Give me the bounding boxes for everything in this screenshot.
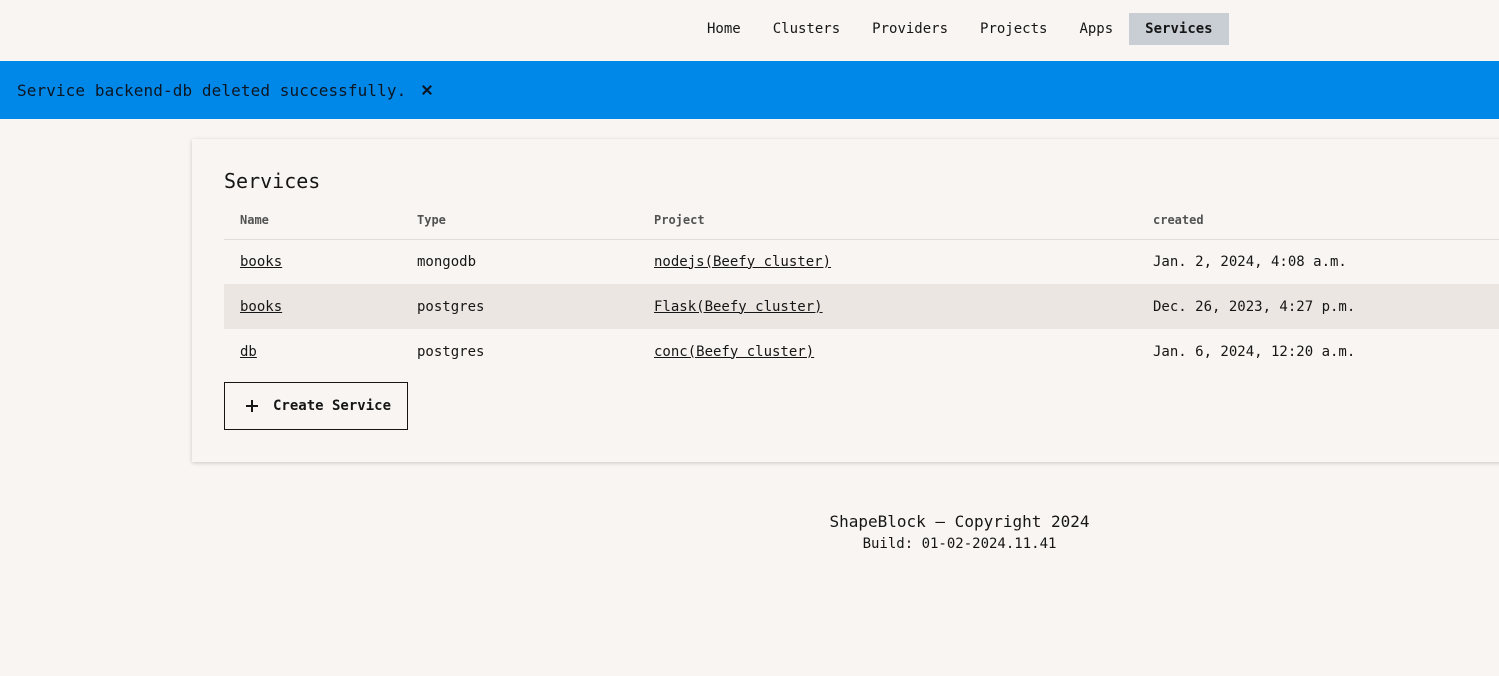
footer: ShapeBlock — Copyright 2024 Build: 01-02… bbox=[0, 511, 1499, 555]
column-header-name: Name bbox=[224, 202, 401, 240]
cell-project: Flask(Beefy cluster) bbox=[638, 284, 1137, 329]
notification-banner: Service backend-db deleted successfully. bbox=[0, 61, 1499, 119]
top-nav: Home Clusters Providers Projects Apps Se… bbox=[0, 0, 1499, 61]
footer-build: Build: 01-02-2024.11.41 bbox=[862, 536, 1057, 552]
table-row: books mongodb nodejs(Beefy cluster) Jan.… bbox=[224, 239, 1499, 284]
cell-type: postgres bbox=[417, 343, 485, 360]
services-table: Name Type Project created books mongodb … bbox=[224, 202, 1499, 374]
nav-list: Home Clusters Providers Projects Apps Se… bbox=[691, 13, 1229, 45]
cell-type: postgres bbox=[401, 284, 638, 329]
plus-icon bbox=[245, 399, 259, 413]
nav-item-clusters[interactable]: Clusters bbox=[757, 13, 856, 45]
create-service-button[interactable]: Create Service bbox=[224, 382, 408, 430]
cell-created: Dec. 26, 2023, 4:27 p.m. bbox=[1137, 284, 1499, 329]
project-link[interactable]: Flask(Beefy cluster) bbox=[654, 299, 823, 315]
nav-item-providers[interactable]: Providers bbox=[856, 13, 964, 45]
project-link[interactable]: nodejs(Beefy cluster) bbox=[654, 254, 831, 270]
footer-copyright: ShapeBlock — Copyright 2024 bbox=[829, 512, 1090, 531]
column-header-created: created bbox=[1137, 202, 1499, 240]
project-link[interactable]: conc(Beefy cluster) bbox=[654, 344, 814, 360]
page-title: Services bbox=[224, 169, 321, 193]
nav-item-projects[interactable]: Projects bbox=[964, 13, 1063, 45]
nav-item-home[interactable]: Home bbox=[691, 13, 757, 45]
cell-name: books bbox=[224, 284, 401, 329]
table-row: books postgres Flask(Beefy cluster) Dec.… bbox=[224, 284, 1499, 329]
service-name-link[interactable]: books bbox=[240, 299, 282, 315]
service-name-link[interactable]: books bbox=[240, 254, 282, 270]
cell-created: Jan. 6, 2024, 12:20 a.m. bbox=[1153, 343, 1356, 360]
cell-project: conc(Beefy cluster) bbox=[638, 329, 1137, 374]
nav-item-services[interactable]: Services bbox=[1129, 13, 1229, 45]
cell-created: Jan. 2, 2024, 4:08 a.m. bbox=[1153, 253, 1347, 270]
notification-message: Service backend-db deleted successfully. bbox=[17, 80, 407, 100]
cell-name: db bbox=[224, 329, 401, 374]
cell-type: mongodb bbox=[417, 253, 477, 270]
column-header-project: Project bbox=[638, 202, 1137, 240]
create-service-label: Create Service bbox=[273, 398, 392, 414]
service-name-link[interactable]: db bbox=[240, 344, 257, 360]
table-row: db postgres conc(Beefy cluster) Jan. 6, … bbox=[224, 329, 1499, 374]
cell-project: nodejs(Beefy cluster) bbox=[638, 239, 1137, 284]
table-header-row: Name Type Project created bbox=[224, 202, 1499, 240]
services-card: Services Name Type Project created books… bbox=[192, 139, 1499, 462]
close-icon[interactable] bbox=[420, 82, 436, 98]
column-header-type: Type bbox=[401, 202, 638, 240]
nav-item-apps[interactable]: Apps bbox=[1063, 13, 1129, 45]
cell-name: books bbox=[224, 239, 401, 284]
